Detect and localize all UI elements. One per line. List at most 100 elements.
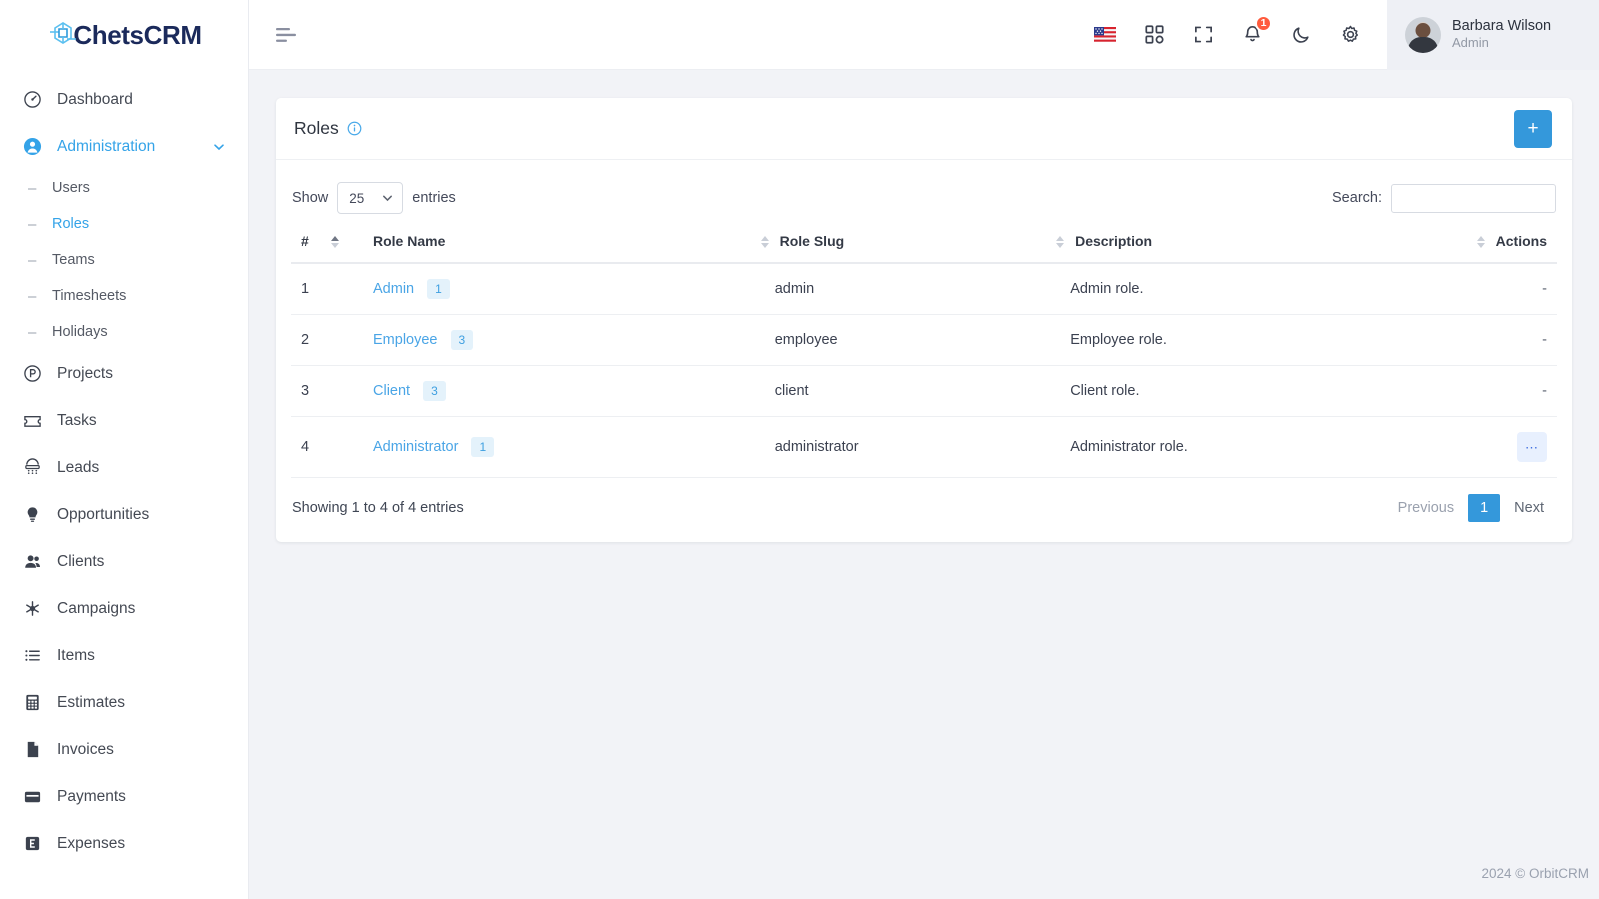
- column-header-actions[interactable]: Actions: [1452, 224, 1557, 264]
- sidebar-item-leads[interactable]: Leads: [0, 444, 248, 491]
- role-name-link[interactable]: Employee: [373, 332, 437, 348]
- sidebar-item-clients[interactable]: Clients: [0, 538, 248, 585]
- sidebar-item-estimates[interactable]: Estimates: [0, 679, 248, 726]
- pagination-next[interactable]: Next: [1502, 494, 1556, 522]
- column-label: Role Slug: [779, 233, 845, 249]
- sidebar-subitem-label: Users: [52, 180, 90, 196]
- people-icon: [22, 552, 42, 572]
- pagination-page-1[interactable]: 1: [1468, 494, 1501, 522]
- sidebar-item-administration[interactable]: Administration: [0, 123, 248, 170]
- roles-table: # Role Name Role Slug Description Action…: [291, 224, 1557, 478]
- content-area: Roles + Show 25 entries Search: # Role N…: [249, 70, 1599, 899]
- cell-role-slug: admin: [764, 263, 1061, 315]
- brand-logo[interactable]: ChetsCRM: [0, 0, 248, 70]
- user-menu[interactable]: Barbara Wilson Admin: [1387, 0, 1599, 70]
- page-size-select[interactable]: 10 25 50 100: [337, 182, 404, 214]
- project-circle-icon: [22, 364, 42, 384]
- role-count-badge: 1: [471, 437, 495, 457]
- sidebar-item-label: Clients: [57, 552, 105, 570]
- sidebar-item-timesheets[interactable]: – Timesheets: [0, 278, 248, 314]
- column-header-role-slug[interactable]: Role Slug: [760, 224, 1061, 264]
- sidebar-item-dashboard[interactable]: Dashboard: [0, 76, 248, 123]
- page-size-select-wrap: 10 25 50 100: [337, 182, 404, 214]
- sidebar-item-campaigns[interactable]: Campaigns: [0, 585, 248, 632]
- sidebar-item-label: Leads: [57, 458, 100, 476]
- apps-grid-icon[interactable]: [1141, 22, 1167, 48]
- sidebar-subitem-label: Holidays: [52, 324, 108, 340]
- sidebar-item-invoices[interactable]: Invoices: [0, 726, 248, 773]
- notifications-bell-icon[interactable]: 1: [1239, 14, 1272, 48]
- hamburger-icon[interactable]: [274, 26, 298, 44]
- sidebar-subitem-label: Teams: [52, 252, 95, 268]
- sidebar-item-payments[interactable]: Payments: [0, 773, 248, 820]
- cell-role-name: Client 3: [363, 365, 765, 417]
- dash-icon: –: [28, 251, 37, 269]
- sidebar-item-holidays[interactable]: – Holidays: [0, 314, 248, 350]
- topbar: 1 Barbara Wilson Admin: [249, 0, 1599, 70]
- notification-badge: 1: [1255, 14, 1272, 32]
- sidebar-item-label: Campaigns: [57, 599, 136, 617]
- cell-description: Employee role.: [1060, 314, 1452, 366]
- dash-icon: –: [28, 323, 37, 341]
- calculator-icon: [22, 693, 42, 713]
- row-actions-menu-button[interactable]: ⋯: [1517, 432, 1547, 462]
- pagination: Previous 1 Next: [1386, 494, 1556, 522]
- cell-role-name: Employee 3: [363, 314, 765, 366]
- sidebar-item-users[interactable]: – Users: [0, 170, 248, 206]
- chevron-down-icon: [212, 140, 226, 154]
- sidebar: ChetsCRM Dashboard Administration – User…: [0, 0, 249, 899]
- lightbulb-icon: [22, 505, 42, 525]
- telephone-icon: [22, 458, 42, 478]
- role-name-link[interactable]: Client: [373, 383, 410, 399]
- sidebar-item-label: Items: [57, 646, 95, 664]
- cell-actions: -: [1452, 263, 1557, 315]
- column-label: Role Name: [373, 233, 446, 249]
- sort-arrows-icon: [760, 236, 769, 249]
- roles-card: Roles + Show 25 entries Search: # Role N…: [276, 98, 1572, 542]
- sidebar-item-label: Dashboard: [57, 90, 133, 108]
- pagination-previous[interactable]: Previous: [1386, 494, 1466, 522]
- add-role-button[interactable]: +: [1514, 109, 1552, 148]
- role-name-link[interactable]: Admin: [373, 281, 414, 297]
- search-label: Search:: [1332, 190, 1382, 206]
- role-count-badge: 1: [427, 279, 450, 299]
- info-circle-icon[interactable]: [347, 121, 362, 136]
- column-header-description[interactable]: Description: [1056, 224, 1452, 264]
- search-input[interactable]: [1391, 183, 1556, 213]
- settings-gear-icon[interactable]: [1337, 22, 1363, 48]
- cell-actions: ⋯: [1452, 416, 1557, 478]
- sidebar-item-label: Projects: [57, 364, 113, 382]
- cell-role-name: Administrator 1: [363, 416, 765, 478]
- expense-icon: [22, 834, 42, 854]
- language-flag-icon[interactable]: [1092, 22, 1118, 48]
- column-header-role-name[interactable]: Role Name: [363, 224, 765, 264]
- sidebar-item-roles[interactable]: – Roles: [0, 206, 248, 242]
- sort-arrows-icon: [1477, 236, 1486, 249]
- dark-mode-moon-icon[interactable]: [1288, 22, 1314, 48]
- asterisk-icon: [22, 599, 42, 619]
- sidebar-item-expenses[interactable]: Expenses: [0, 820, 248, 867]
- cell-num: 1: [291, 263, 363, 315]
- sidebar-item-tasks[interactable]: Tasks: [0, 397, 248, 444]
- role-count-badge: 3: [423, 381, 446, 401]
- fullscreen-icon[interactable]: [1190, 22, 1216, 48]
- sort-arrows-icon: [1056, 236, 1065, 249]
- sidebar-item-label: Estimates: [57, 693, 126, 711]
- sidebar-item-opportunities[interactable]: Opportunities: [0, 491, 248, 538]
- page-title-wrap: Roles: [294, 118, 362, 139]
- sidebar-item-label: Invoices: [57, 740, 114, 758]
- sort-arrows-icon: [330, 236, 339, 249]
- main-area: 1 Barbara Wilson Admin Roles + Show 25 e…: [249, 0, 1599, 899]
- user-circle-icon: [22, 137, 42, 157]
- sidebar-item-items[interactable]: Items: [0, 632, 248, 679]
- sidebar-item-teams[interactable]: – Teams: [0, 242, 248, 278]
- cell-num: 2: [291, 314, 363, 366]
- list-ul-icon: [22, 646, 42, 666]
- sidebar-item-projects[interactable]: Projects: [0, 350, 248, 397]
- brand-name: ChetsCRM: [73, 20, 202, 50]
- role-name-link[interactable]: Administrator: [373, 439, 458, 455]
- speedometer-icon: [22, 90, 42, 110]
- copyright-text: 2024 © OrbitCRM: [1481, 866, 1589, 881]
- column-header-num[interactable]: #: [291, 224, 363, 264]
- ticket-icon: [22, 411, 42, 431]
